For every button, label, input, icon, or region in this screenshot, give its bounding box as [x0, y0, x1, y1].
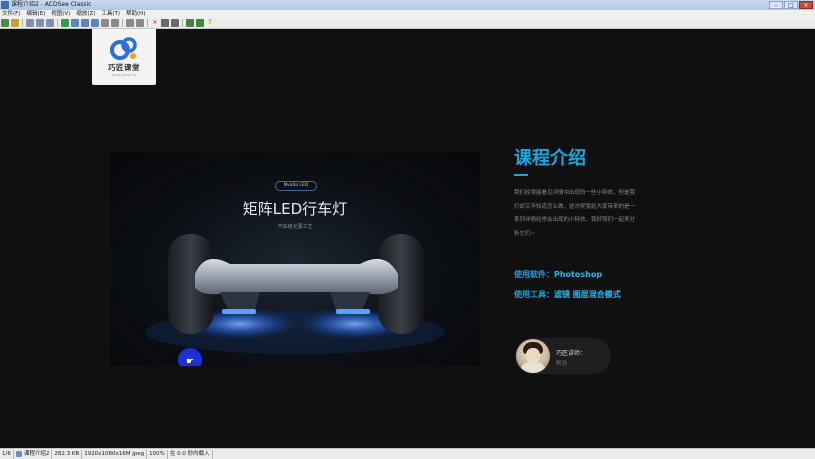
rotate-icon[interactable]: [61, 19, 69, 27]
tools-icon[interactable]: [186, 19, 194, 27]
paste-icon[interactable]: [136, 19, 144, 27]
acdsee-window: 课程介绍2 - ACDSee Classic – □ ✕ 文件(F) 编辑(E)…: [0, 0, 815, 459]
image-file-icon: [15, 451, 22, 457]
product-tag: Nvidia LED: [275, 181, 317, 191]
teacher-label: 巧匠讲师：: [556, 350, 587, 357]
image-viewer[interactable]: 巧匠课堂 QIAOJIANG.TV ☛ Nvidia LED 矩阵LED行车灯 …: [0, 29, 815, 448]
toolbar-separator: [182, 19, 183, 27]
menu-edit[interactable]: 编辑(E): [26, 10, 45, 18]
title-underline: [514, 174, 528, 176]
window-controls: – □ ✕: [769, 0, 813, 10]
slideshow-icon[interactable]: [46, 19, 54, 27]
software-line: 使用软件：Photoshop: [514, 269, 602, 280]
product-image: ☛ Nvidia LED 矩阵LED行车灯 汽车级光源工艺: [110, 152, 480, 366]
brand-logo-text: 巧匠课堂: [108, 63, 140, 72]
tools-label: 使用工具：: [514, 290, 554, 299]
fullscreen-icon[interactable]: [171, 19, 179, 27]
close-button[interactable]: ✕: [799, 1, 813, 9]
toolbar-separator: [147, 19, 148, 27]
product-headline: 矩阵LED行车灯: [242, 200, 348, 218]
brand-logo-subtext: QIAOJIANG.TV: [111, 73, 137, 77]
hand-cursor-icon: ☛: [186, 357, 194, 366]
brand-logo-icon: [110, 37, 137, 60]
menu-view[interactable]: 视图(V): [51, 10, 70, 18]
status-index: 1/6: [0, 449, 14, 459]
teacher-name: 阿浩: [556, 361, 568, 367]
delete-icon[interactable]: ✕: [151, 19, 159, 27]
zoom-out-icon[interactable]: [81, 19, 89, 27]
wallpaper-icon[interactable]: [196, 19, 204, 27]
teacher-card: 巧匠讲师： 阿浩: [515, 338, 611, 374]
tools-line: 使用工具：滤镜 图层混合模式: [514, 289, 621, 300]
status-filesize: 282.3 KB: [52, 449, 83, 459]
next-icon[interactable]: [36, 19, 44, 27]
status-dimensions: 1920x1080x16M jpeg: [82, 449, 148, 459]
menu-file[interactable]: 文件(F): [2, 10, 20, 18]
menu-zoom[interactable]: 缩放(Z): [76, 10, 95, 18]
status-filename-cell: 课程介绍2: [14, 449, 53, 459]
status-zoom: 100%: [147, 449, 168, 459]
product-subline: 汽车级光源工艺: [277, 224, 313, 230]
teacher-avatar: [516, 339, 550, 373]
course-title: 课程介绍: [514, 148, 586, 169]
course-description: 我们经常能看见详情中出现的一些小特效，但是我们却又不知道怎么做，这次呢我给大家带…: [514, 190, 636, 237]
window-title: 课程介绍2 - ACDSee Classic: [11, 1, 92, 8]
menu-bar: 文件(F) 编辑(E) 视图(V) 缩放(Z) 工具(T) 帮助(H): [0, 10, 815, 18]
toolbar: ✕ ?: [0, 18, 815, 29]
menu-tools[interactable]: 工具(T): [101, 10, 120, 18]
toolbar-separator: [57, 19, 58, 27]
maximize-button[interactable]: □: [784, 1, 798, 9]
toolbar-separator: [122, 19, 123, 27]
brand-logo-card: 巧匠课堂 QIAOJIANG.TV: [92, 29, 156, 85]
previous-icon[interactable]: [26, 19, 34, 27]
browse-icon[interactable]: [1, 19, 9, 27]
zoom-in-icon[interactable]: [71, 19, 79, 27]
help-icon[interactable]: ?: [206, 19, 214, 27]
status-bar: 1/6 课程介绍2 282.3 KB 1920x1080x16M jpeg 10…: [0, 448, 815, 459]
status-filename: 课程介绍2: [23, 450, 50, 457]
tools-value: 滤镜 图层混合模式: [554, 290, 621, 299]
print-icon[interactable]: [101, 19, 109, 27]
menu-help[interactable]: 帮助(H): [126, 10, 145, 18]
properties-icon[interactable]: [161, 19, 169, 27]
status-loadtime: 在 0.0 秒内载入: [168, 449, 213, 459]
app-icon: [1, 1, 9, 9]
title-bar[interactable]: 课程介绍2 - ACDSee Classic – □ ✕: [0, 0, 815, 10]
toolbar-separator: [22, 19, 23, 27]
copy-icon[interactable]: [126, 19, 134, 27]
zoom-fit-icon[interactable]: [91, 19, 99, 27]
software-value: Photoshop: [554, 270, 603, 279]
minimize-button[interactable]: –: [769, 1, 783, 9]
scan-icon[interactable]: [111, 19, 119, 27]
folder-icon[interactable]: [11, 19, 19, 27]
software-label: 使用软件：: [514, 270, 554, 279]
